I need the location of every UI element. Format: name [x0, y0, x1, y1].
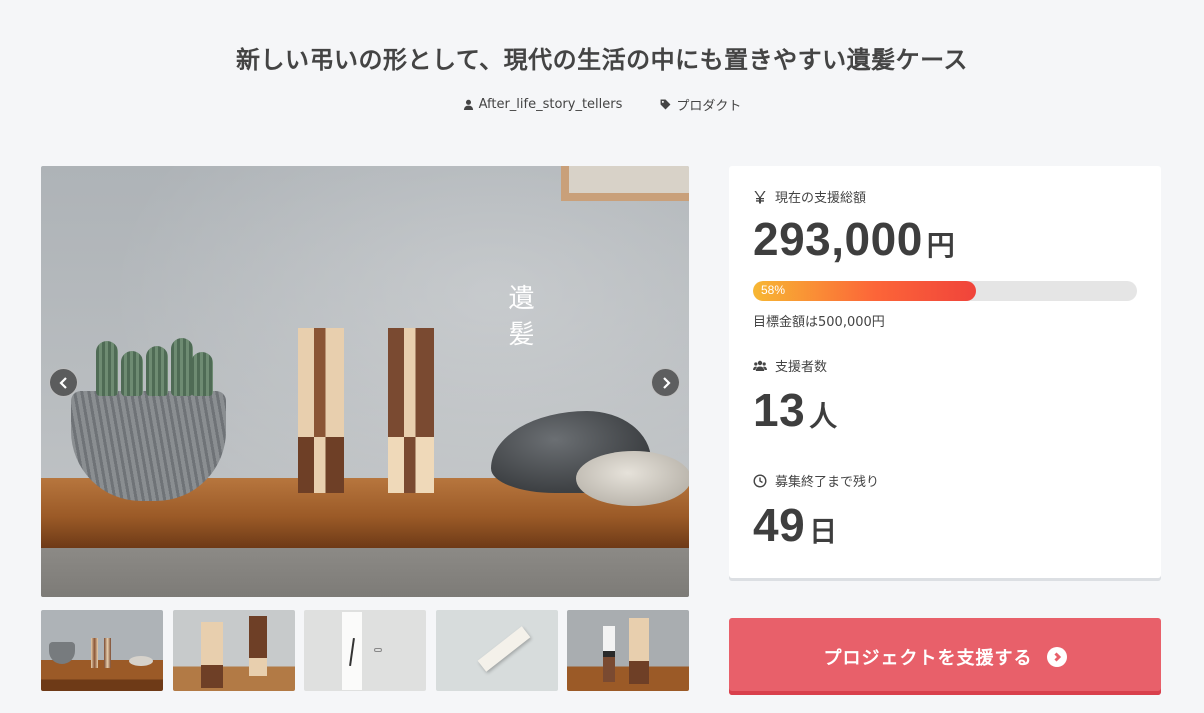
author-name: After_life_story_tellers [478, 97, 623, 112]
thumbnail-2[interactable] [172, 610, 295, 691]
hair-case-2 [388, 328, 434, 493]
author-link[interactable]: After_life_story_tellers [463, 95, 623, 114]
progress-fill: 58% [753, 281, 976, 301]
project-title: 新しい弔いの形として、現代の生活の中にも置きやすい遺髪ケース [236, 46, 968, 74]
hair-case-1 [298, 328, 344, 493]
funding-amount: 293,000 円 [753, 213, 955, 265]
hero-image: 遺髪 [41, 166, 689, 597]
chevron-left-icon [58, 376, 67, 389]
funding-stats-card: 現在の支援総額 293,000 円 58% 目標金額は500,000円 支援者数 … [729, 166, 1161, 578]
tag-icon [660, 99, 671, 110]
chevron-right-icon [662, 376, 671, 389]
project-meta: After_life_story_tellers プロダクト [0, 95, 1204, 114]
light-stone [576, 451, 689, 506]
person-icon [463, 99, 473, 110]
thumbnail-4[interactable] [435, 610, 558, 691]
remaining-days: 49 日 [753, 499, 838, 551]
arrow-circle-right-icon [1046, 646, 1067, 667]
category-link[interactable]: プロダクト [660, 95, 741, 114]
hero-overlay-text: 遺髪 [504, 284, 534, 356]
backers-label: 支援者数 [775, 360, 828, 375]
thumbnail-1[interactable] [41, 610, 163, 691]
progress-percent: 58% [761, 283, 786, 297]
funding-progress-bar: 58% [753, 281, 1137, 301]
next-image-button[interactable] [651, 368, 680, 397]
support-button-label: プロジェクトを支援する [823, 647, 1033, 669]
funding-label: 現在の支援総額 [775, 191, 867, 206]
thumbnail-5[interactable] [567, 610, 689, 691]
yen-icon [754, 190, 766, 203]
thumbnail-3[interactable] [304, 610, 426, 691]
backers-label-row: 支援者数 [753, 356, 827, 375]
thumbnail-strip [41, 610, 689, 691]
funding-label-row: 現在の支援総額 [753, 187, 866, 206]
remaining-label: 募集終了まで残り [775, 475, 880, 490]
support-project-button[interactable]: プロジェクトを支援する [729, 618, 1161, 695]
clock-icon [753, 473, 767, 488]
users-icon [753, 360, 767, 371]
remaining-label-row: 募集終了まで残り [753, 471, 879, 490]
picture-frame [561, 166, 689, 201]
category-name: プロダクト [676, 99, 742, 114]
backers-count: 13 人 [753, 384, 838, 436]
prev-image-button[interactable] [49, 368, 78, 397]
goal-amount: 目標金額は500,000円 [753, 315, 885, 330]
